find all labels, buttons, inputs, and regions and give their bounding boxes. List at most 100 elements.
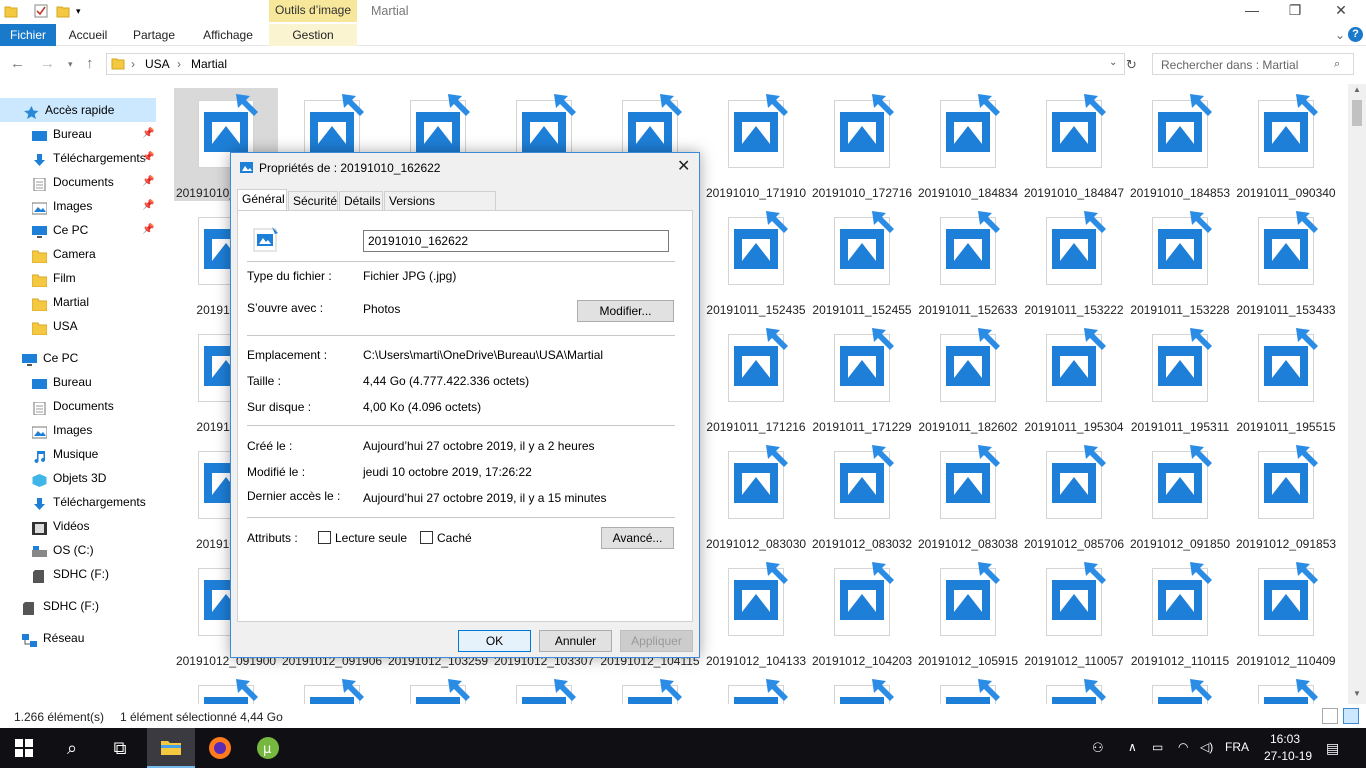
file-item[interactable]: 20191012_083032 bbox=[810, 439, 914, 552]
recent-locations-icon[interactable]: ▾ bbox=[68, 59, 73, 70]
nav-item-camera[interactable]: Camera bbox=[0, 242, 156, 266]
nav-item-vidéos[interactable]: Vidéos bbox=[0, 514, 156, 538]
start-button[interactable] bbox=[0, 728, 48, 768]
tab-fichier[interactable]: Fichier bbox=[0, 24, 56, 46]
file-item[interactable]: 20191012_091853 bbox=[1234, 439, 1338, 552]
close-button[interactable]: ✕ bbox=[1331, 2, 1351, 20]
file-item[interactable]: 20191011_182602 bbox=[916, 322, 1020, 435]
search-input[interactable]: Rechercher dans : Martial bbox=[1152, 53, 1354, 75]
file-item[interactable]: 20191011_171229 bbox=[810, 322, 914, 435]
file-item[interactable]: 20191012_083038 bbox=[916, 439, 1020, 552]
apply-button[interactable]: Appliquer bbox=[620, 630, 693, 652]
nav-item-téléchargements[interactable]: Téléchargements bbox=[0, 490, 156, 514]
details-view-icon[interactable] bbox=[1322, 708, 1338, 724]
battery-icon[interactable]: ▭ bbox=[1152, 740, 1163, 754]
file-item[interactable]: 20191011_153433 bbox=[1234, 205, 1338, 318]
large-icons-view-icon[interactable] bbox=[1343, 708, 1359, 724]
breadcrumb-martial[interactable]: Martial bbox=[191, 57, 227, 71]
breadcrumb-usa[interactable]: USA bbox=[145, 57, 170, 71]
file-item[interactable]: 20191011_195311 bbox=[1128, 322, 1232, 435]
file-item[interactable]: 20191011_090340 bbox=[1234, 88, 1338, 201]
file-item[interactable]: 20191011_152633 bbox=[916, 205, 1020, 318]
help-icon[interactable]: ? bbox=[1348, 27, 1363, 42]
task-view-icon[interactable]: ⧉ bbox=[96, 728, 144, 768]
input-language[interactable]: FRA bbox=[1225, 740, 1249, 754]
tab-versions[interactable]: Versions précédentes bbox=[384, 191, 496, 226]
file-item[interactable]: 20191012_110057 bbox=[1022, 556, 1126, 669]
file-item[interactable]: 20191012_105915 bbox=[916, 556, 1020, 669]
forward-arrow-icon[interactable]: → bbox=[40, 55, 55, 72]
notifications-icon[interactable]: ▤ bbox=[1326, 740, 1339, 757]
file-item[interactable]: 20191011_195304 bbox=[1022, 322, 1126, 435]
nav-item-documents[interactable]: Documents bbox=[0, 394, 156, 418]
up-arrow-icon[interactable]: ↑ bbox=[86, 55, 94, 72]
file-item[interactable]: 20191010_184834 bbox=[916, 88, 1020, 201]
file-item[interactable]: 20191012_085706 bbox=[1022, 439, 1126, 552]
properties-icon[interactable] bbox=[34, 4, 48, 18]
file-item[interactable]: 20191011_171216 bbox=[704, 322, 808, 435]
tab-general[interactable]: Général bbox=[237, 189, 287, 212]
file-item[interactable]: 20191011_153228 bbox=[1128, 205, 1232, 318]
nav-item-sdhc-f-[interactable]: SDHC (F:) bbox=[0, 594, 156, 618]
address-bar[interactable]: › USA › Martial ⌄ bbox=[106, 53, 1125, 75]
readonly-label[interactable]: Lecture seule bbox=[335, 531, 407, 545]
address-dropdown-icon[interactable]: ⌄ bbox=[1109, 57, 1117, 68]
nav-item-usa[interactable]: USA bbox=[0, 314, 156, 338]
file-item[interactable]: 20191012_110409 bbox=[1234, 556, 1338, 669]
people-icon[interactable]: ⚇ bbox=[1092, 740, 1104, 756]
tab-details[interactable]: Détails bbox=[339, 191, 383, 211]
file-item[interactable]: 20191011_153222 bbox=[1022, 205, 1126, 318]
file-item[interactable] bbox=[386, 673, 490, 704]
file-item[interactable]: 20191012_083030 bbox=[704, 439, 808, 552]
readonly-checkbox[interactable] bbox=[318, 531, 331, 544]
file-explorer-taskbar-icon[interactable] bbox=[147, 728, 195, 768]
nav-item-objets-3d[interactable]: Objets 3D bbox=[0, 466, 156, 490]
file-item[interactable] bbox=[280, 673, 384, 704]
nav-item-martial[interactable]: Martial bbox=[0, 290, 156, 314]
show-hidden-icons-icon[interactable]: ∧ bbox=[1128, 740, 1137, 754]
file-item[interactable]: 20191012_110115 bbox=[1128, 556, 1232, 669]
clock-time[interactable]: 16:03 bbox=[1270, 732, 1300, 746]
dialog-close-button[interactable]: ✕ bbox=[677, 156, 690, 176]
scroll-down-icon[interactable]: ▼ bbox=[1353, 689, 1361, 698]
file-item[interactable] bbox=[1022, 673, 1126, 704]
filename-field[interactable]: 20191010_162622 bbox=[363, 230, 669, 252]
refresh-icon[interactable]: ↻ bbox=[1126, 57, 1137, 73]
nav-item-documents[interactable]: Documents 📌 bbox=[0, 170, 156, 194]
file-item[interactable] bbox=[598, 673, 702, 704]
customize-toolbar-icon[interactable]: ▾ bbox=[76, 6, 90, 20]
search-icon[interactable]: ⌕ bbox=[48, 728, 96, 768]
nav-item-images[interactable]: Images 📌 bbox=[0, 194, 156, 218]
file-item[interactable]: 20191010_184847 bbox=[1022, 88, 1126, 201]
file-item[interactable]: 20191010_184853 bbox=[1128, 88, 1232, 201]
ok-button[interactable]: OK bbox=[458, 630, 531, 652]
expand-ribbon-icon[interactable]: ⌄ bbox=[1333, 24, 1347, 46]
file-item[interactable] bbox=[916, 673, 1020, 704]
nav-item-bureau[interactable]: Bureau bbox=[0, 370, 156, 394]
nav-item-os-c-[interactable]: OS (C:) bbox=[0, 538, 156, 562]
nav-item-musique[interactable]: Musique bbox=[0, 442, 156, 466]
nav-item-ce-pc[interactable]: Ce PC 📌 bbox=[0, 218, 156, 242]
nav-item-film[interactable]: Film bbox=[0, 266, 156, 290]
file-item[interactable] bbox=[810, 673, 914, 704]
nav-item-bureau[interactable]: Bureau 📌 bbox=[0, 122, 156, 146]
file-item[interactable]: 20191012_104203 bbox=[810, 556, 914, 669]
scroll-up-icon[interactable]: ▲ bbox=[1353, 85, 1361, 94]
file-item[interactable] bbox=[1234, 673, 1338, 704]
tab-gestion[interactable]: Gestion bbox=[269, 24, 357, 46]
file-item[interactable] bbox=[492, 673, 596, 704]
utorrent-icon[interactable]: µ bbox=[244, 728, 292, 768]
wifi-icon[interactable]: ◠ bbox=[1178, 740, 1188, 754]
file-item[interactable] bbox=[174, 673, 278, 704]
nav-item-téléchargements[interactable]: Téléchargements 📌 bbox=[0, 146, 156, 170]
nav-item-réseau[interactable]: Réseau bbox=[0, 626, 156, 650]
vertical-scrollbar[interactable]: ▲ ▼ bbox=[1348, 84, 1366, 704]
new-folder-icon[interactable] bbox=[56, 4, 70, 18]
nav-item-sdhc-f-[interactable]: SDHC (F:) bbox=[0, 562, 156, 586]
scroll-thumb[interactable] bbox=[1352, 100, 1362, 126]
file-item[interactable]: 20191012_104133 bbox=[704, 556, 808, 669]
nav-item-ce-pc[interactable]: Ce PC bbox=[0, 346, 156, 370]
minimize-button[interactable]: — bbox=[1242, 2, 1262, 20]
volume-icon[interactable]: ◁) bbox=[1200, 740, 1213, 754]
hidden-label[interactable]: Caché bbox=[437, 531, 472, 545]
